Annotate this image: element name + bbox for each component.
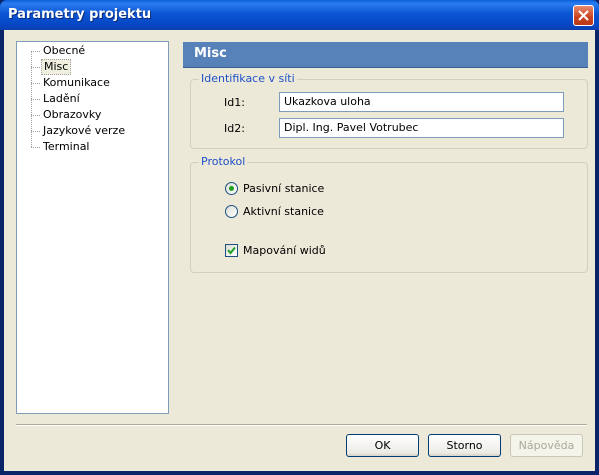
active-station-label[interactable]: Aktivní stanice	[243, 205, 324, 219]
protocol-group-title: Protokol	[199, 155, 248, 169]
id1-field[interactable]: Ukazkova uloha	[279, 92, 564, 112]
tree-item-label: Jazykové verze	[43, 124, 126, 137]
id2-label: Id2:	[224, 122, 245, 135]
checkmark-icon	[227, 246, 236, 255]
tree-item-label: Obecné	[43, 44, 86, 57]
tree-item-label-selected: Misc	[41, 59, 72, 75]
identification-group-title: Identifikace v síti	[199, 72, 297, 86]
ok-button[interactable]: OK	[346, 434, 419, 457]
tree-item-label: Ladění	[43, 92, 80, 105]
title-bar[interactable]: Parametry projektu	[0, 0, 599, 30]
close-icon	[578, 10, 589, 21]
passive-station-label[interactable]: Pasivní stanice	[243, 182, 324, 196]
help-button[interactable]: Nápověda	[510, 434, 583, 457]
window-title: Parametry projektu	[8, 7, 152, 22]
tree-item-label: Komunikace	[43, 76, 110, 89]
tree-item-label: Terminal	[43, 140, 90, 153]
close-button[interactable]	[573, 5, 594, 26]
identification-group: Identifikace v síti Id1: Ukazkova uloha …	[190, 72, 588, 149]
dialog-client-area: Obecné Misc Komunikace Ladění Obrazovky …	[4, 30, 595, 471]
cancel-button[interactable]: Storno	[428, 434, 501, 457]
dialog-window: Parametry projektu Obecné Misc Komunikac…	[0, 0, 599, 475]
protocol-group: Protokol Pasivní stanice Aktivní stanice…	[190, 155, 588, 273]
active-station-radio[interactable]	[225, 205, 238, 218]
id1-label: Id1:	[224, 96, 245, 109]
passive-station-radio[interactable]	[225, 182, 238, 195]
mapping-checkbox[interactable]	[225, 244, 238, 257]
id2-field[interactable]: Dipl. Ing. Pavel Votrubec	[279, 118, 564, 138]
tree-item-label: Obrazovky	[43, 108, 102, 121]
section-title: Misc	[194, 46, 227, 61]
section-header: Misc	[183, 42, 588, 68]
mapping-label[interactable]: Mapování widů	[243, 244, 326, 258]
settings-tree[interactable]: Obecné Misc Komunikace Ladění Obrazovky …	[16, 41, 169, 414]
